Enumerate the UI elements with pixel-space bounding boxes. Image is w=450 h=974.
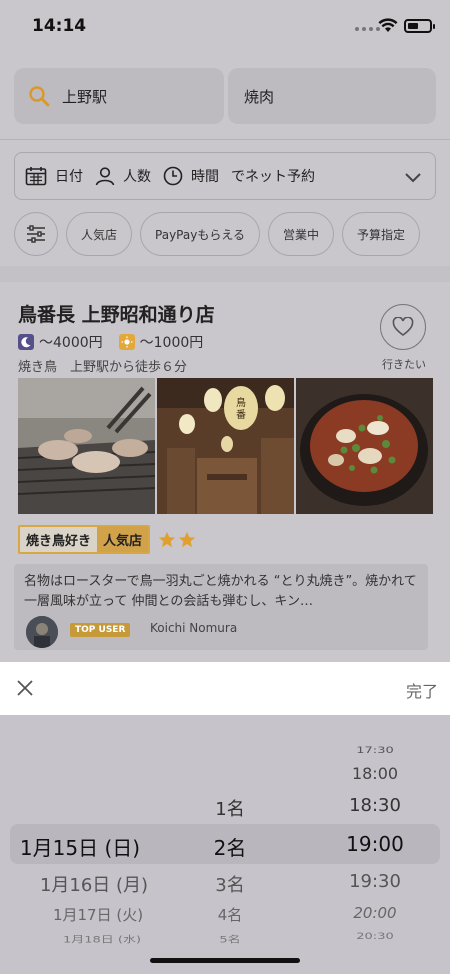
chip-budget[interactable]: 予算指定 [341, 212, 420, 256]
date-option[interactable]: 1月16日 (月) [24, 871, 164, 897]
people-option[interactable]: 5名 [190, 932, 270, 946]
reviewer-avatar [26, 616, 58, 648]
people-option[interactable]: 1名 [190, 795, 270, 821]
chevron-down-icon[interactable] [403, 167, 423, 187]
date-option[interactable]: 1月18日 (水) [32, 932, 172, 946]
sliders-icon [27, 225, 45, 243]
heart-icon [392, 317, 414, 336]
photo-strip[interactable]: 鳥 番 [18, 378, 433, 514]
filter-chips: 人気店 PayPayもらえる 営業中 予算指定 [14, 212, 420, 256]
chip-open-now[interactable]: 営業中 [267, 212, 334, 256]
star-icon [158, 531, 176, 547]
time-option[interactable]: 18:00 [330, 764, 420, 783]
star-icon [178, 531, 196, 547]
tag-row: 焼き鳥好き 人気店 [18, 525, 196, 554]
time-label: 時間 [191, 169, 219, 185]
wifi-icon [378, 18, 398, 32]
top-user-badge: TOP USER [70, 623, 131, 637]
clock-icon [163, 166, 183, 186]
keyword-search-field[interactable]: 焼肉 [228, 68, 436, 124]
signal-icon [355, 27, 380, 31]
battery-icon [404, 19, 435, 33]
hotpot-photo[interactable] [296, 378, 433, 514]
date-option[interactable]: 1月17日 (火) [28, 904, 168, 925]
date-condition[interactable]: 日付 [25, 166, 83, 186]
tag-popular: 人気店 [97, 527, 149, 552]
chip-paypay[interactable]: PayPayもらえる [140, 212, 260, 256]
picker-toolbar: 完了 [0, 662, 450, 715]
star-rating [158, 531, 196, 549]
search-header: 上野駅 焼肉 [0, 52, 450, 140]
tag-yakitori-lover: 焼き鳥好き [20, 527, 98, 552]
time-option[interactable]: 20:00 [330, 904, 420, 922]
net-reserve-label: でネット予約 [231, 169, 315, 185]
filter-area: 日付 人数 時間 でネット予約 人気店 PayPayもらえる 営業中 予算指定 [0, 140, 450, 266]
moon-icon [18, 334, 34, 350]
filter-settings-button[interactable] [14, 212, 58, 256]
time-option[interactable]: 19:30 [330, 871, 420, 892]
people-option[interactable]: 3名 [190, 871, 270, 897]
date-selected[interactable]: 1月15日 (日) [10, 832, 150, 861]
date-label: 日付 [55, 169, 83, 185]
reservation-condition-bar[interactable]: 日付 人数 時間 でネット予約 [14, 152, 436, 200]
time-option[interactable]: 20:30 [330, 931, 420, 942]
done-button[interactable]: 完了 [406, 678, 438, 702]
food-photo-grill[interactable] [18, 378, 155, 514]
review-text: 名物はロースターで鳥一羽丸ごと焼かれる “とり丸焼き”。焼かれて一層風味が立って… [24, 574, 417, 609]
badge-group: 焼き鳥好き 人気店 [18, 525, 151, 554]
chip-popular[interactable]: 人気店 [66, 212, 133, 256]
sun-icon [118, 334, 135, 350]
keyword-value: 焼肉 [244, 87, 275, 106]
favorite-button[interactable] [380, 304, 426, 350]
section-divider [0, 266, 450, 282]
time-condition[interactable]: 時間 [163, 166, 219, 186]
restaurant-card[interactable]: 鳥番長 上野昭和通り店 ～4000円 ～1000円 焼き鳥 上野駅から徒歩６分 … [0, 282, 450, 662]
lunch-price: ～1000円 [139, 335, 204, 351]
calendar-icon [25, 167, 47, 186]
svg-text:番: 番 [236, 409, 246, 421]
restaurant-name[interactable]: 鳥番長 上野昭和通り店 [18, 300, 215, 327]
date-people-time-picker[interactable]: 17:30 18:00 18:30 1名 1月15日 (日) 2名 19:00 … [0, 715, 450, 974]
people-selected[interactable]: 2名 [190, 832, 270, 861]
station-search-field[interactable]: 上野駅 [14, 68, 224, 124]
review-box[interactable]: 名物はロースターで鳥一羽丸ごと焼かれる “とり丸焼き”。焼かれて一層風味が立って… [14, 564, 428, 650]
people-condition[interactable]: 人数 [95, 166, 151, 186]
status-time: 14:14 [32, 16, 87, 36]
interior-photo[interactable]: 鳥 番 [157, 378, 294, 514]
person-icon [95, 167, 115, 186]
status-bar: 14:14 [0, 0, 450, 52]
time-option[interactable]: 17:30 [330, 745, 420, 756]
reviewer-name: Koichi Nomura [150, 621, 238, 635]
people-option[interactable]: 4名 [190, 904, 270, 925]
home-indicator [150, 958, 300, 963]
dinner-price: ～4000円 [39, 335, 103, 351]
time-selected[interactable]: 19:00 [330, 832, 420, 856]
station-value: 上野駅 [62, 87, 108, 106]
price-row: ～4000円 ～1000円 [18, 332, 203, 352]
people-label: 人数 [123, 169, 151, 185]
close-icon[interactable] [16, 679, 34, 697]
favorite-label: 行きたい [382, 358, 426, 371]
search-icon [29, 86, 50, 107]
genre-access: 焼き鳥 上野駅から徒歩６分 [18, 360, 188, 375]
svg-text:鳥: 鳥 [236, 396, 246, 409]
time-option[interactable]: 18:30 [330, 795, 420, 816]
